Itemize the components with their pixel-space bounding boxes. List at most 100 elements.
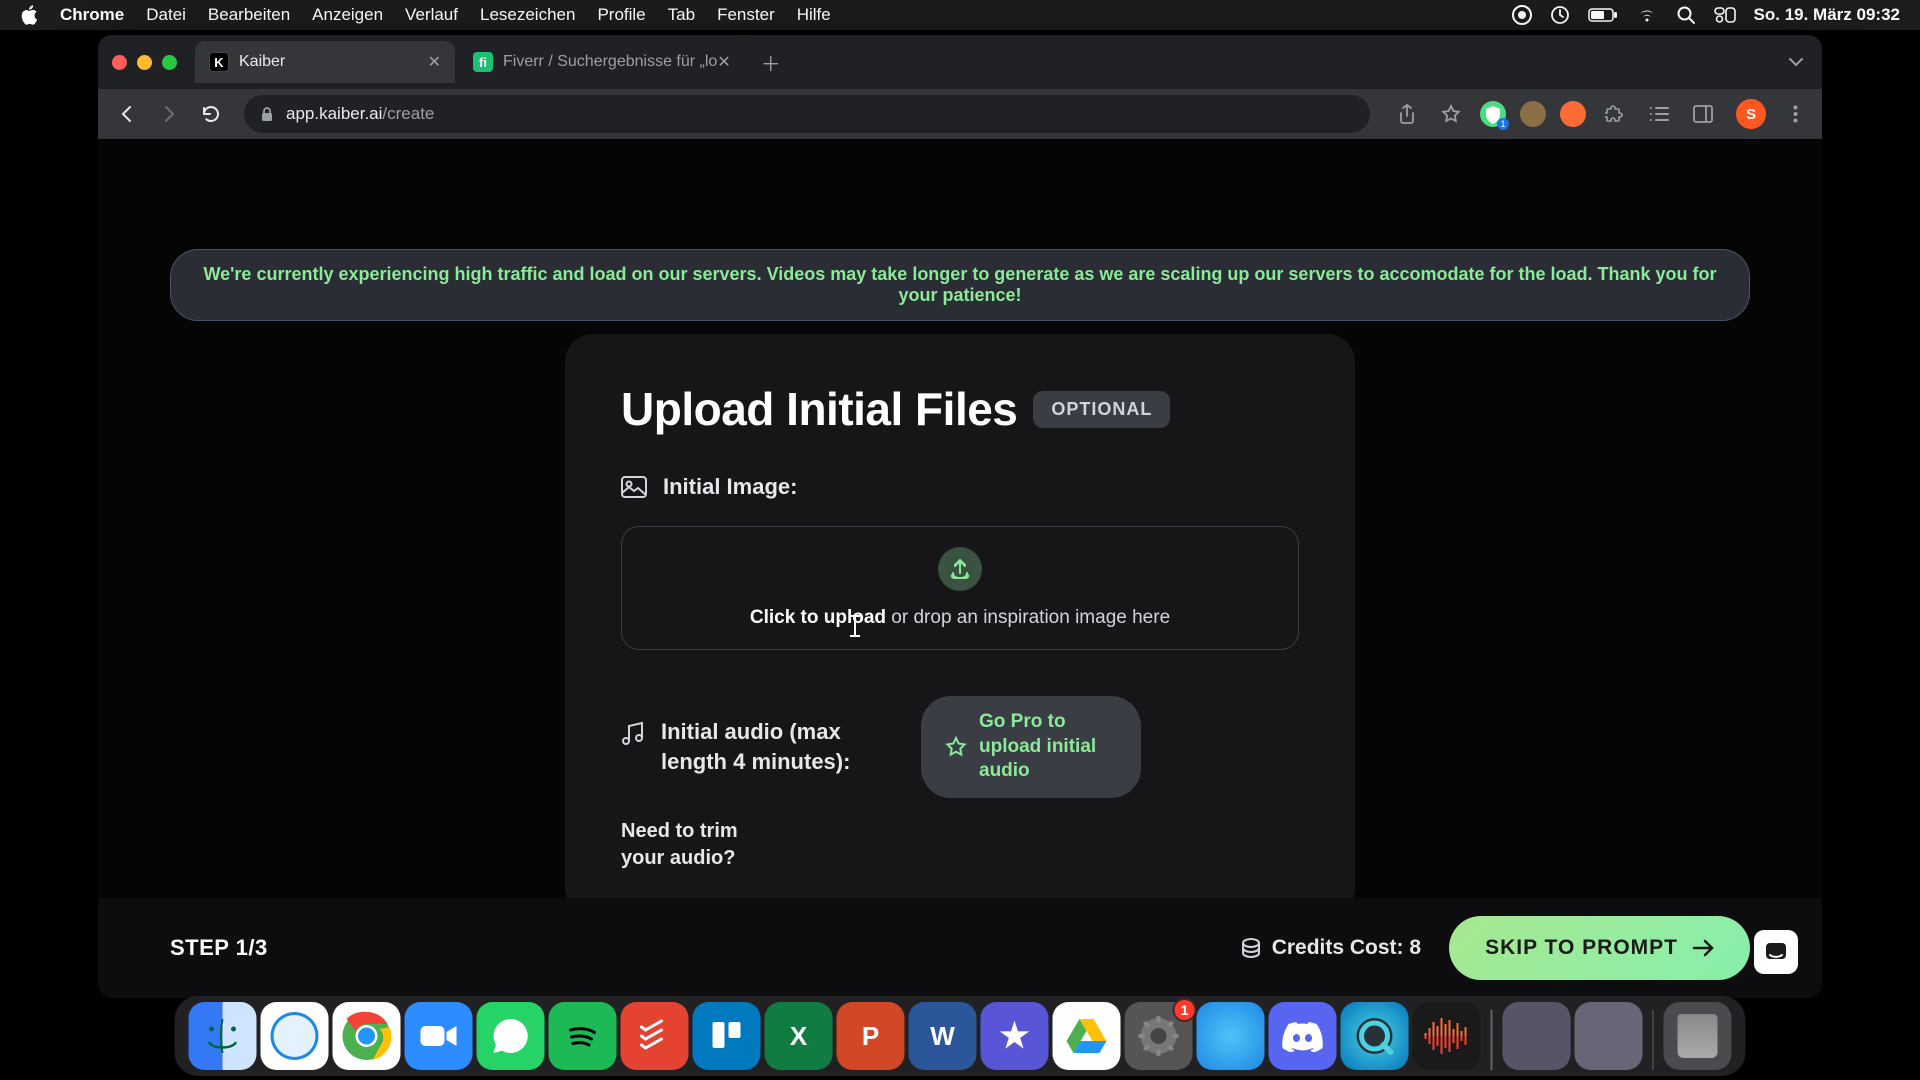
initial-audio-label: Initial audio (max length 4 minutes):	[621, 717, 901, 776]
screen-record-icon[interactable]	[1512, 5, 1532, 25]
card-title: Upload Initial Files	[621, 382, 1017, 436]
extension-shield-icon[interactable]: 1	[1480, 101, 1506, 127]
page-content: We're currently experiencing high traffi…	[98, 139, 1822, 998]
traffic-notice-banner: We're currently experiencing high traffi…	[170, 249, 1750, 321]
menu-datei[interactable]: Datei	[146, 5, 186, 25]
dock-zoom[interactable]	[405, 1002, 473, 1070]
menu-bearbeiten[interactable]: Bearbeiten	[208, 5, 290, 25]
coin-icon	[1240, 937, 1262, 959]
minimize-window-button[interactable]	[137, 55, 152, 70]
menu-profile[interactable]: Profile	[597, 5, 645, 25]
url-path: /create	[382, 104, 434, 124]
dock-todoist[interactable]	[621, 1002, 689, 1070]
menu-fenster[interactable]: Fenster	[717, 5, 775, 25]
image-icon	[621, 474, 647, 500]
close-window-button[interactable]	[112, 55, 127, 70]
extension-badge: 1	[1497, 118, 1509, 130]
credits-cost: Credits Cost: 8	[1240, 936, 1421, 960]
intercom-chat-button[interactable]	[1754, 930, 1798, 974]
extension-2-icon[interactable]	[1520, 101, 1546, 127]
address-bar[interactable]: app.kaiber.ai/create	[244, 95, 1370, 133]
tab-title: Kaiber	[239, 53, 285, 71]
dock-separator	[1652, 1010, 1654, 1070]
back-button[interactable]	[110, 97, 144, 131]
favicon-kaiber: K	[209, 52, 229, 72]
battery-icon[interactable]	[1588, 8, 1618, 22]
dock-imovie[interactable]: ★	[981, 1002, 1049, 1070]
favicon-fiverr: fi	[473, 52, 493, 72]
menubar-app-name[interactable]: Chrome	[60, 5, 124, 25]
timer-icon[interactable]	[1550, 5, 1570, 25]
dock-word[interactable]: W	[909, 1002, 977, 1070]
dock-trash[interactable]	[1664, 1002, 1732, 1070]
chrome-window: K Kaiber ✕ fi Fiverr / Suchergebnisse fü…	[98, 35, 1822, 998]
new-tab-button[interactable]: ＋	[761, 48, 781, 77]
step-indicator: STEP 1/3	[170, 935, 268, 961]
dock-audio-app[interactable]	[1413, 1002, 1481, 1070]
menubar-datetime[interactable]: So. 19. März 09:32	[1754, 5, 1900, 25]
tab-strip: K Kaiber ✕ fi Fiverr / Suchergebnisse fü…	[98, 35, 1822, 89]
tab-fiverr[interactable]: fi Fiverr / Suchergebnisse für „lo ✕	[459, 41, 745, 83]
initial-image-label: Initial Image:	[621, 474, 1299, 500]
dock-quicktime[interactable]	[1341, 1002, 1409, 1070]
music-note-icon	[621, 721, 645, 747]
reload-button[interactable]	[194, 97, 228, 131]
close-tab-icon[interactable]: ✕	[717, 52, 730, 72]
dock-finder[interactable]	[189, 1002, 257, 1070]
upload-icon	[938, 547, 982, 591]
dock-spotify[interactable]	[549, 1002, 617, 1070]
close-tab-icon[interactable]: ✕	[428, 52, 441, 72]
dock-safari[interactable]	[261, 1002, 329, 1070]
dock-trello[interactable]	[693, 1002, 761, 1070]
star-icon	[945, 736, 967, 758]
window-controls	[112, 55, 177, 70]
lock-icon	[260, 106, 274, 122]
maximize-window-button[interactable]	[162, 55, 177, 70]
settings-badge: 1	[1173, 998, 1197, 1022]
skip-to-prompt-button[interactable]: SKIP TO PROMPT	[1449, 916, 1750, 980]
chrome-menu-icon[interactable]	[1780, 99, 1810, 129]
optional-badge: OPTIONAL	[1033, 391, 1170, 428]
tab-kaiber[interactable]: K Kaiber ✕	[195, 41, 455, 83]
tab-overflow-icon[interactable]	[1788, 57, 1804, 67]
upload-card: Upload Initial Files OPTIONAL Initial Im…	[565, 334, 1355, 916]
forward-button[interactable]	[152, 97, 186, 131]
footer-bar: STEP 1/3 Credits Cost: 8 SKIP TO PROMPT	[98, 898, 1822, 998]
macos-menubar: Chrome Datei Bearbeiten Anzeigen Verlauf…	[0, 0, 1920, 30]
image-dropzone[interactable]: Click to upload or drop an inspiration i…	[621, 526, 1299, 650]
dock-whatsapp[interactable]	[477, 1002, 545, 1070]
menu-tab[interactable]: Tab	[668, 5, 695, 25]
menu-hilfe[interactable]: Hilfe	[797, 5, 831, 25]
browser-toolbar: app.kaiber.ai/create 1 S	[98, 89, 1822, 139]
dock-system-settings[interactable]: 1	[1125, 1002, 1193, 1070]
bookmark-star-icon[interactable]	[1436, 99, 1466, 129]
tab-title: Fiverr / Suchergebnisse für „lo	[503, 53, 717, 71]
dock-separator	[1491, 1010, 1493, 1070]
audio-section: Initial audio (max length 4 minutes): Go…	[621, 696, 1299, 872]
go-pro-button[interactable]: Go Pro to upload initial audio	[921, 696, 1141, 798]
search-icon[interactable]	[1676, 5, 1696, 25]
share-icon[interactable]	[1392, 99, 1422, 129]
menu-verlauf[interactable]: Verlauf	[405, 5, 458, 25]
url-domain: app.kaiber.ai	[286, 104, 382, 124]
reading-list-icon[interactable]	[1644, 99, 1674, 129]
dock-discord[interactable]	[1269, 1002, 1337, 1070]
dock-siri[interactable]	[1197, 1002, 1265, 1070]
extension-3-icon[interactable]	[1560, 101, 1586, 127]
dock-google-drive[interactable]	[1053, 1002, 1121, 1070]
control-center-icon[interactable]	[1714, 7, 1736, 23]
trim-audio-link[interactable]: Need to trim your audio?	[621, 818, 781, 872]
dock-powerpoint[interactable]: P	[837, 1002, 905, 1070]
macos-dock: X P W ★ 1	[175, 996, 1746, 1076]
dock-app-recent-1[interactable]	[1502, 1002, 1570, 1070]
menu-anzeigen[interactable]: Anzeigen	[312, 5, 383, 25]
menu-lesezeichen[interactable]: Lesezeichen	[480, 5, 575, 25]
sidepanel-icon[interactable]	[1688, 99, 1718, 129]
dock-app-recent-2[interactable]	[1574, 1002, 1642, 1070]
apple-logo-icon[interactable]	[20, 5, 38, 25]
dock-chrome[interactable]	[333, 1002, 401, 1070]
profile-avatar[interactable]: S	[1736, 99, 1766, 129]
wifi-icon[interactable]	[1636, 7, 1658, 23]
extensions-puzzle-icon[interactable]	[1600, 99, 1630, 129]
dock-excel[interactable]: X	[765, 1002, 833, 1070]
